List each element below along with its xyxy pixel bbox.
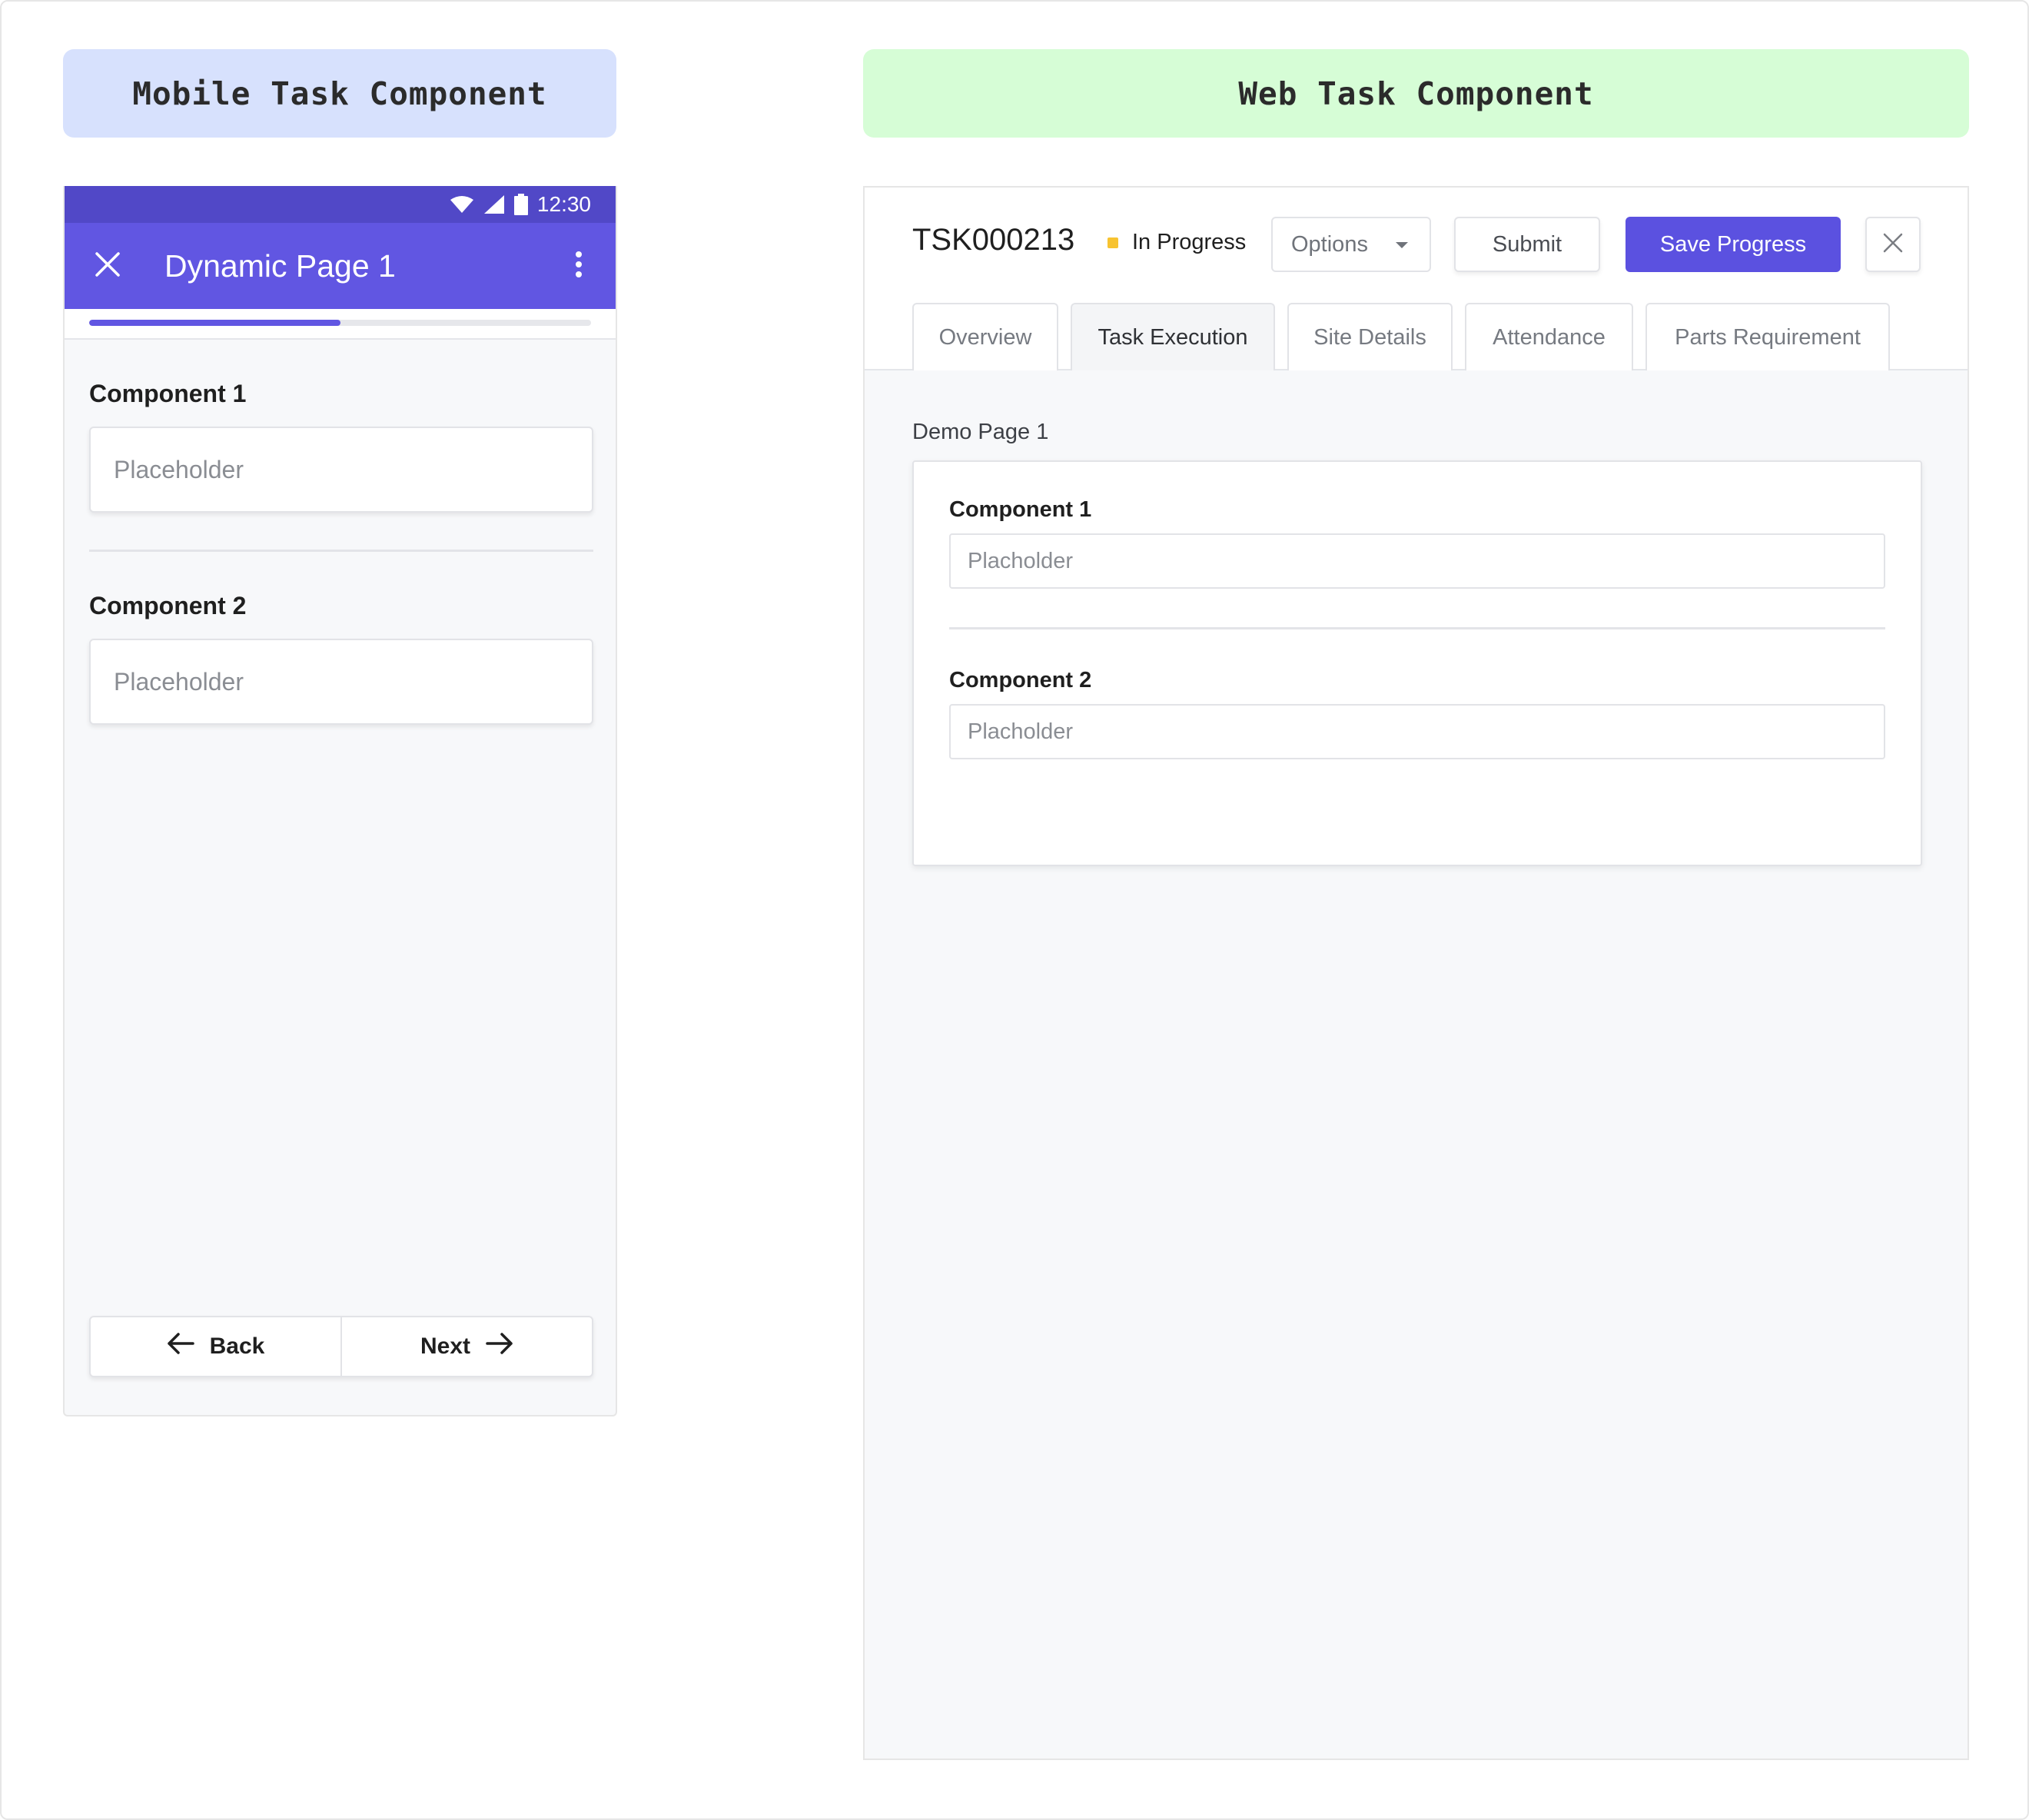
progress-track [89, 320, 591, 326]
close-icon [1883, 233, 1903, 257]
component-2-input[interactable] [89, 639, 593, 725]
tab-task-execution[interactable]: Task Execution [1071, 303, 1275, 370]
page-title: Dynamic Page 1 [164, 247, 396, 284]
status-badge: In Progress [1107, 230, 1246, 255]
component-1-label: Component 1 [949, 497, 1092, 522]
options-dropdown[interactable]: Options [1271, 217, 1431, 272]
task-header: TSK000213 In Progress Options Submit Sav… [865, 188, 1968, 370]
component-1-label: Component 1 [89, 380, 247, 407]
page-name: Demo Page 1 [912, 420, 1049, 444]
status-label: In Progress [1132, 230, 1247, 254]
task-body: Demo Page 1 Component 1 Component 2 [865, 370, 1968, 866]
divider [89, 550, 593, 552]
status-dot [1107, 237, 1118, 248]
bottom-navigation: Back Next [89, 1316, 593, 1377]
close-icon [95, 251, 121, 281]
close-button[interactable] [1865, 217, 1921, 272]
canvas: Mobile Task Component Web Task Component… [0, 0, 2029, 1820]
tab-attendance[interactable]: Attendance [1465, 303, 1633, 370]
tab-overview[interactable]: Overview [912, 303, 1058, 370]
mobile-form: Component 1 Component 2 [65, 340, 616, 725]
mobile-section-label: Mobile Task Component [63, 49, 616, 138]
status-time: 12:30 [536, 192, 591, 216]
more-options-button[interactable] [554, 235, 603, 297]
close-button[interactable] [77, 235, 138, 297]
tab-site-details[interactable]: Site Details [1287, 303, 1453, 370]
tab-parts-requirement[interactable]: Parts Requirement [1645, 303, 1890, 370]
web-frame: TSK000213 In Progress Options Submit Sav… [863, 186, 1969, 1760]
arrow-left-icon [167, 1332, 194, 1361]
form-card: Component 1 Component 2 [912, 460, 1922, 866]
options-label: Options [1291, 231, 1368, 257]
component-2-input[interactable] [949, 704, 1885, 759]
wifi-icon [450, 195, 474, 214]
signal-icon [483, 194, 505, 214]
app-bar: Dynamic Page 1 [65, 223, 616, 309]
more-vertical-icon [575, 251, 583, 282]
web-section-label: Web Task Component [863, 49, 1969, 138]
back-button[interactable]: Back [91, 1317, 340, 1376]
component-2-label: Component 2 [949, 668, 1092, 692]
arrow-right-icon [486, 1332, 513, 1361]
component-2-label: Component 2 [89, 592, 247, 619]
component-1-input[interactable] [89, 427, 593, 513]
back-label: Back [209, 1333, 265, 1359]
next-label: Next [420, 1333, 471, 1359]
status-bar: 12:30 [65, 186, 616, 223]
save-progress-button[interactable]: Save Progress [1626, 217, 1841, 272]
progress-bar [65, 309, 616, 340]
chevron-down-icon [1396, 242, 1408, 248]
next-button[interactable]: Next [340, 1317, 592, 1376]
progress-fill [89, 320, 340, 326]
tab-bar: Overview Task Execution Site Details Att… [912, 303, 1890, 370]
divider [949, 627, 1885, 629]
mobile-frame: 12:30 Dynamic Page 1 Component 1 Placeho… [63, 186, 617, 1416]
task-id: TSK000213 [912, 223, 1075, 257]
battery-icon [513, 194, 528, 215]
submit-button[interactable]: Submit [1454, 217, 1600, 272]
component-1-input[interactable] [949, 533, 1885, 589]
